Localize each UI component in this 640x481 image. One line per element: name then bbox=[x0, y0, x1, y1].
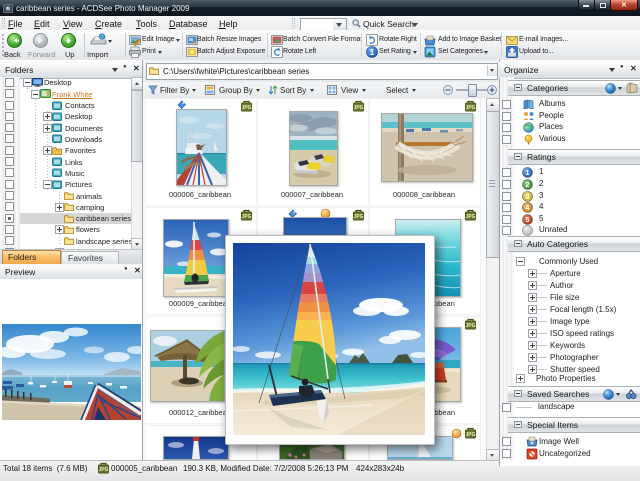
svg-text:JPG: JPG bbox=[465, 432, 475, 438]
svg-text:5: 5 bbox=[525, 215, 529, 224]
svg-text:JPG: JPG bbox=[465, 105, 475, 111]
svg-text:1: 1 bbox=[525, 168, 529, 177]
svg-text:JPG: JPG bbox=[241, 214, 251, 220]
svg-text:3: 3 bbox=[525, 192, 529, 201]
svg-text:JPG: JPG bbox=[353, 214, 363, 220]
svg-text:JPG: JPG bbox=[241, 105, 251, 111]
svg-text:2: 2 bbox=[525, 180, 529, 189]
svg-text:JPG: JPG bbox=[465, 214, 475, 220]
svg-text:JPG: JPG bbox=[98, 467, 108, 473]
svg-text:JPG: JPG bbox=[465, 323, 475, 329]
svg-text:JPG: JPG bbox=[353, 105, 363, 111]
svg-text:1: 1 bbox=[370, 48, 375, 57]
